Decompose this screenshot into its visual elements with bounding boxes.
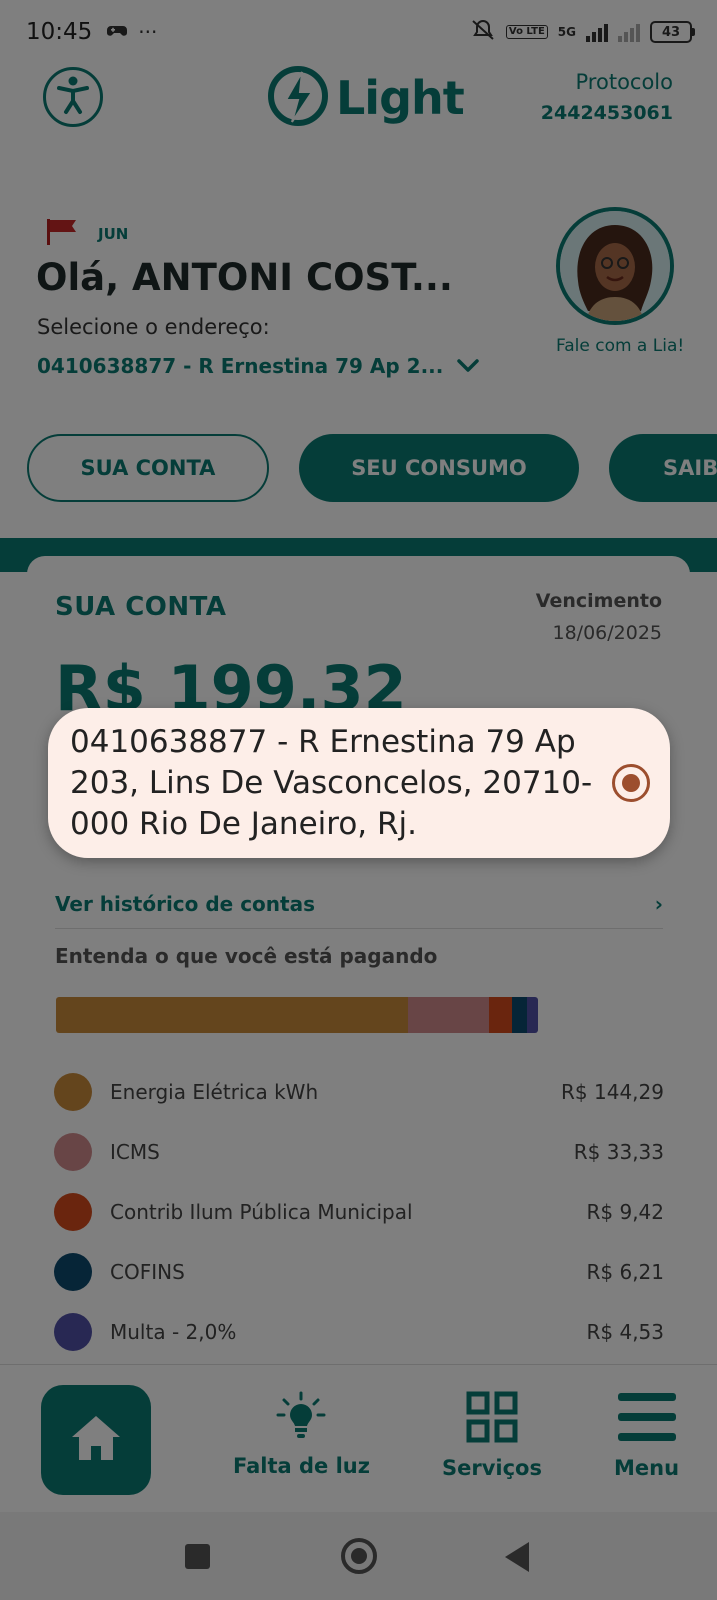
address-option-text: 0410638877 - R Ernestina 79 Ap 203, Lins… [70, 723, 593, 842]
address-option-popup[interactable]: 0410638877 - R Ernestina 79 Ap 203, Lins… [48, 708, 670, 858]
radio-selected-icon[interactable] [612, 764, 650, 802]
